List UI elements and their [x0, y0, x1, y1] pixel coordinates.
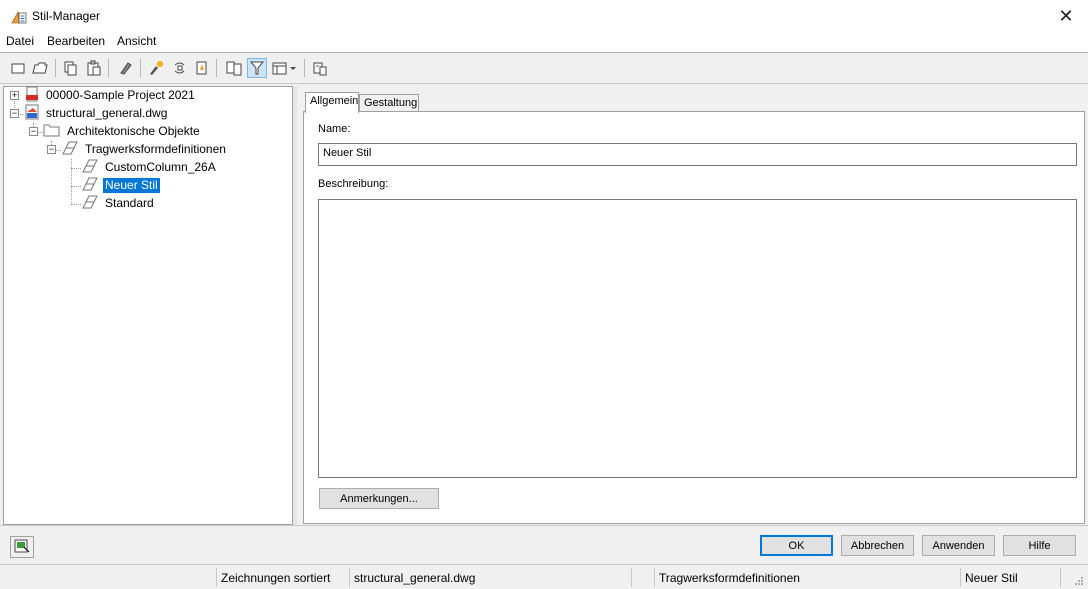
compare-icon[interactable] — [224, 58, 244, 78]
window-title: Stil-Manager — [32, 9, 101, 23]
project-icon — [24, 86, 40, 105]
menu-bar: Datei Bearbeiten Ansicht — [0, 32, 1088, 52]
status-style: Neuer Stil — [965, 571, 1018, 585]
collapse-toggle[interactable]: − — [10, 109, 19, 118]
menu-divider — [0, 52, 1088, 53]
tree-node-label: structural_general.dwg — [46, 105, 168, 120]
tree-connector — [71, 168, 81, 169]
tree-node-drawing[interactable]: structural_general.dwg — [24, 104, 169, 123]
apply-button[interactable]: Anwenden — [922, 535, 995, 556]
tool-settings-icon[interactable] — [310, 58, 330, 78]
tree-connector — [71, 204, 81, 205]
close-button[interactable]: ✕ — [1044, 0, 1088, 32]
tree-node-category[interactable]: Architektonische Objekte — [43, 123, 202, 139]
drawing-sort-button[interactable] — [10, 536, 34, 558]
status-sort: Zeichnungen sortiert — [221, 571, 331, 585]
status-category: Tragwerksformdefinitionen — [659, 571, 800, 585]
tree-node-project[interactable]: 00000-Sample Project 2021 — [24, 86, 197, 105]
member-shape-icon — [81, 158, 99, 177]
pane-splitter[interactable] — [293, 86, 297, 525]
name-field[interactable]: Neuer Stil — [318, 143, 1077, 166]
status-divider — [216, 568, 217, 587]
tree-node-label: 00000-Sample Project 2021 — [46, 87, 195, 102]
tree-node-style-type[interactable]: Tragwerksformdefinitionen — [61, 141, 228, 157]
toolbar-separator — [140, 59, 141, 77]
window-pick-icon — [13, 538, 31, 557]
status-divider — [654, 568, 655, 587]
bottom-divider — [0, 525, 1088, 526]
member-shape-icon — [81, 176, 99, 195]
description-field[interactable] — [318, 199, 1077, 478]
toolbar-separator — [304, 59, 305, 77]
member-shape-icon — [61, 140, 79, 159]
toolbar-separator — [55, 59, 56, 77]
ok-button[interactable]: OK — [760, 535, 833, 556]
sort-icon[interactable] — [170, 58, 190, 78]
tab-design[interactable]: Gestaltung — [359, 94, 419, 112]
notes-button[interactable]: Anmerkungen... — [319, 488, 439, 509]
help-button[interactable]: Hilfe — [1003, 535, 1076, 556]
collapse-toggle[interactable]: − — [29, 127, 38, 136]
status-bar: Zeichnungen sortiert structural_general.… — [0, 564, 1088, 589]
tree-node-style[interactable]: Standard — [81, 195, 156, 211]
tree-node-label: CustomColumn_26A — [105, 159, 216, 174]
resize-grip-icon[interactable] — [1074, 575, 1084, 589]
status-divider — [960, 568, 961, 587]
copy-icon[interactable] — [61, 58, 81, 78]
collapse-toggle[interactable]: − — [47, 145, 56, 154]
status-divider — [1060, 568, 1061, 587]
purge-icon[interactable] — [116, 58, 136, 78]
toolbar-separator — [108, 59, 109, 77]
tree-connector — [71, 159, 72, 204]
filter-icon[interactable] — [247, 58, 267, 78]
tree-node-label: Standard — [105, 195, 154, 210]
open-icon[interactable] — [30, 58, 50, 78]
tree-node-style[interactable]: CustomColumn_26A — [81, 159, 218, 175]
tree-connector — [71, 186, 81, 187]
status-divider — [349, 568, 350, 587]
style-manager-icon — [10, 8, 28, 26]
tab-general[interactable]: Allgemein — [305, 92, 359, 113]
menu-bearbeiten[interactable]: Bearbeiten — [47, 34, 105, 48]
paste-icon[interactable] — [84, 58, 104, 78]
edit-icon[interactable] — [146, 58, 166, 78]
update-icon[interactable] — [192, 58, 212, 78]
menu-ansicht[interactable]: Ansicht — [117, 34, 156, 48]
description-label: Beschreibung: — [318, 178, 389, 190]
dwg-icon — [24, 104, 40, 123]
view-icon[interactable] — [270, 58, 298, 78]
tree-node-label: Neuer Stil — [102, 176, 161, 194]
toolbar-separator — [216, 59, 217, 77]
close-icon: ✕ — [1058, 5, 1074, 26]
member-shape-icon — [81, 194, 99, 213]
expand-toggle[interactable]: + — [10, 91, 19, 100]
toolbar — [0, 54, 1088, 84]
folder-icon — [43, 122, 61, 141]
title-bar: Stil-Manager ✕ — [0, 0, 1088, 32]
tree-node-style-selected[interactable]: Neuer Stil — [81, 176, 161, 195]
cancel-button[interactable]: Abbrechen — [841, 535, 914, 556]
new-icon[interactable] — [8, 58, 28, 78]
status-drawing: structural_general.dwg — [354, 571, 476, 585]
menu-datei[interactable]: Datei — [6, 34, 34, 48]
status-divider — [631, 568, 632, 587]
tree-node-label: Architektonische Objekte — [67, 123, 200, 138]
tree-node-label: Tragwerksformdefinitionen — [85, 141, 226, 156]
style-tree[interactable]: + 00000-Sample Project 2021 − structural… — [3, 86, 293, 525]
name-label: Name: — [318, 123, 351, 135]
